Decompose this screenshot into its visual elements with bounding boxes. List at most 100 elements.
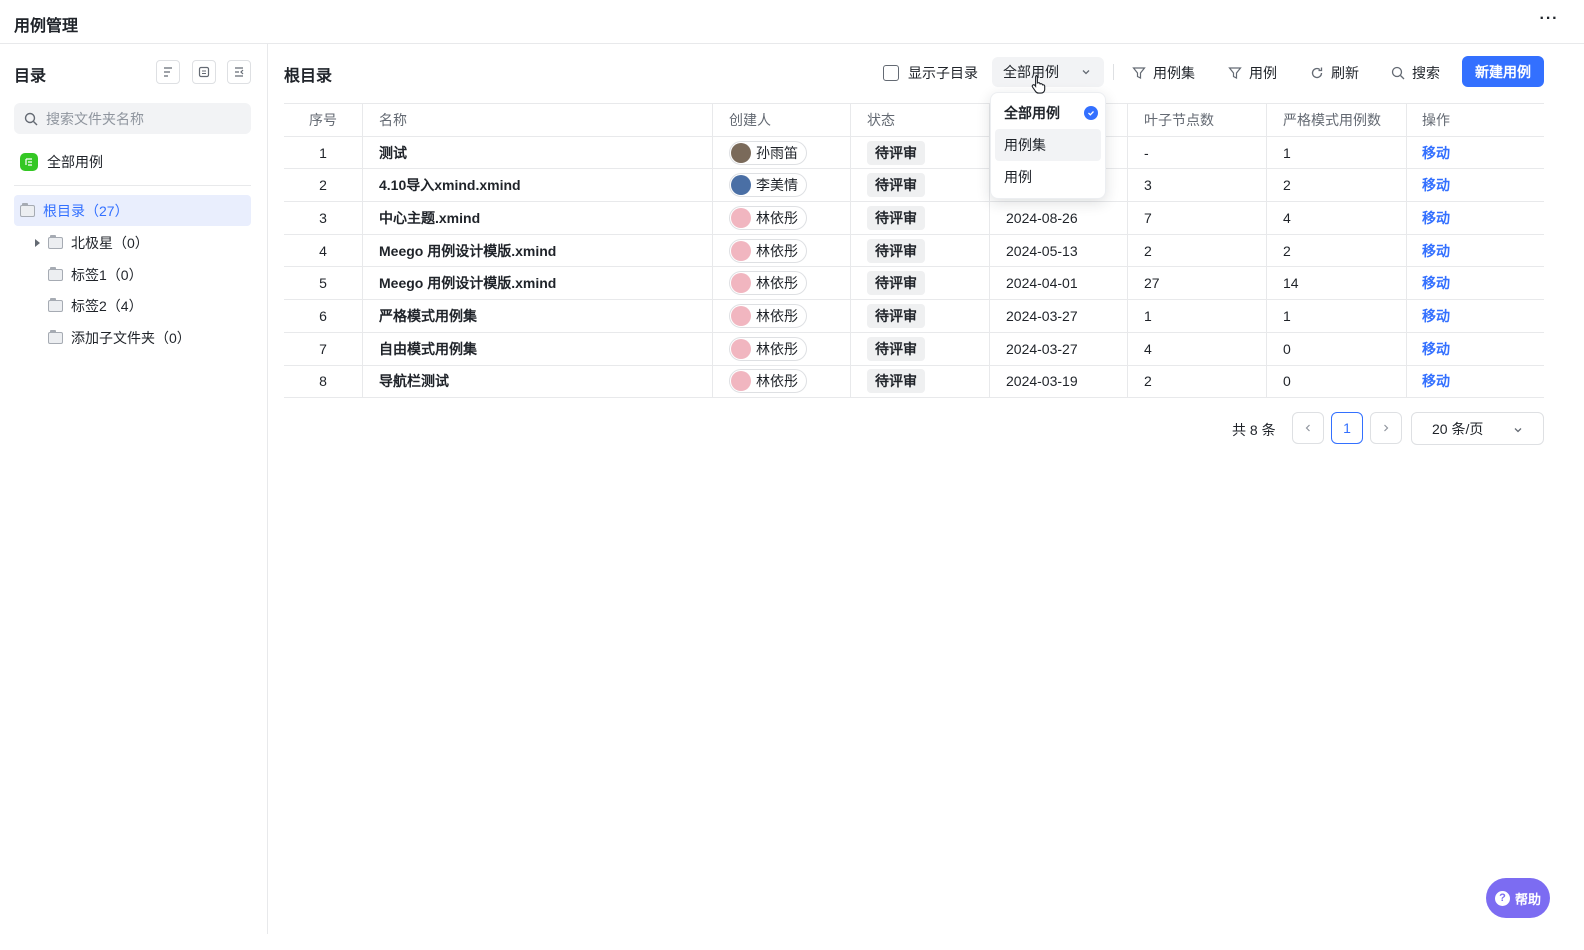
table-row[interactable]: 4 Meego 用例设计模版.xmind 林依彤 待评审 2024-05-13 … <box>284 234 1544 268</box>
move-link[interactable]: 移动 <box>1422 339 1450 359</box>
filter-icon <box>1132 67 1146 79</box>
cell-creator: 李美情 <box>713 169 851 202</box>
cell-status: 待评审 <box>851 365 990 398</box>
chevron-right-icon <box>1384 424 1389 432</box>
avatar <box>731 371 751 392</box>
avatar <box>731 207 751 228</box>
refresh-label: 刷新 <box>1331 65 1359 81</box>
table-row[interactable]: 8 导航栏测试 林依彤 待评审 2024-03-19 2 0 移动 <box>284 365 1544 399</box>
case-name-link[interactable]: Meego 用例设计模版.xmind <box>379 241 556 261</box>
cell-leaves: 2 <box>1128 234 1267 267</box>
move-link[interactable]: 移动 <box>1422 306 1450 326</box>
search-button[interactable]: 搜索 <box>1391 63 1440 83</box>
case-name-link[interactable]: 测试 <box>379 143 407 163</box>
cell-creator: 孙雨笛 <box>713 136 851 169</box>
move-link[interactable]: 移动 <box>1422 273 1450 293</box>
table-row[interactable]: 6 严格模式用例集 林依彤 待评审 2024-03-27 1 1 移动 <box>284 300 1544 333</box>
tree-item-root[interactable]: 根目录（27） <box>14 195 251 226</box>
case-name-link[interactable]: Meego 用例设计模版.xmind <box>379 273 556 293</box>
creator-name: 林依彤 <box>756 275 798 292</box>
case-name-link[interactable]: 中心主题.xmind <box>379 208 480 228</box>
tree-item-add-subfolder[interactable]: 添加子文件夹（0） <box>48 328 191 348</box>
case-name-link[interactable]: 4.10导入xmind.xmind <box>379 175 521 195</box>
page-1-button[interactable]: 1 <box>1331 412 1363 444</box>
sort-button[interactable] <box>156 60 180 84</box>
tree-item-tag1[interactable]: 标签1（0） <box>48 265 143 285</box>
new-case-button[interactable]: 新建用例 <box>1462 56 1544 87</box>
cell-strict: 2 <box>1267 234 1407 267</box>
cell-name[interactable]: 严格模式用例集 <box>363 300 713 332</box>
move-link[interactable]: 移动 <box>1422 241 1450 261</box>
creator-chip: 林依彤 <box>729 238 807 263</box>
tree-item-beijixing[interactable]: 北极星（0） <box>35 233 149 253</box>
cell-creator: 林依彤 <box>713 300 851 332</box>
cell-no: 3 <box>284 202 363 234</box>
cell-no: 1 <box>284 136 363 169</box>
cell-name[interactable]: 测试 <box>363 136 713 169</box>
chevron-down-icon <box>1082 70 1090 75</box>
move-link[interactable]: 移动 <box>1422 371 1450 391</box>
cell-leaves: 2 <box>1128 365 1267 398</box>
collapse-sidebar-button[interactable] <box>227 60 251 84</box>
table-row[interactable]: 3 中心主题.xmind 林依彤 待评审 2024-08-26 7 4 移动 <box>284 202 1544 235</box>
dropdown-option-case[interactable]: 用例 <box>995 161 1101 193</box>
expand-caret-icon[interactable] <box>35 239 40 247</box>
grid-view-button[interactable] <box>192 60 216 84</box>
checkbox-box[interactable] <box>883 65 899 81</box>
case-type-dropdown: 全部用例 用例集 用例 <box>990 92 1106 199</box>
tree-item-tag2[interactable]: 标签2（4） <box>48 296 143 316</box>
tree-item-label: 北极星（0） <box>71 235 149 251</box>
case-type-select[interactable]: 全部用例 <box>992 57 1104 87</box>
dropdown-option-all-cases[interactable]: 全部用例 <box>995 97 1101 129</box>
cell-name[interactable]: 4.10导入xmind.xmind <box>363 169 713 202</box>
cell-name[interactable]: 导航栏测试 <box>363 365 713 398</box>
folder-search[interactable] <box>14 103 251 134</box>
col-header-leaves: 叶子节点数 <box>1128 104 1267 136</box>
dropdown-option-label: 用例集 <box>1004 137 1046 153</box>
all-cases-item[interactable]: 全部用例 <box>20 152 103 172</box>
sidebar-divider <box>14 185 251 186</box>
sidebar: 目录 全部用例 根目录（27） 北极星（0） 标签1（0） 标签2（4） 添加 <box>0 44 268 934</box>
filter-case-set-button[interactable]: 用例集 <box>1132 63 1195 83</box>
help-icon: ? <box>1494 890 1510 906</box>
all-cases-icon <box>20 153 38 171</box>
page-size-select[interactable]: 20 条/页 <box>1411 412 1544 445</box>
case-name-link[interactable]: 导航栏测试 <box>379 371 449 391</box>
dropdown-option-case-set[interactable]: 用例集 <box>995 129 1101 161</box>
folder-icon <box>48 235 63 249</box>
cell-name[interactable]: 自由模式用例集 <box>363 332 713 365</box>
col-header-op: 操作 <box>1422 111 1450 128</box>
refresh-button[interactable]: 刷新 <box>1310 63 1359 83</box>
case-name-link[interactable]: 严格模式用例集 <box>379 306 477 326</box>
prev-page-button[interactable] <box>1292 412 1324 444</box>
table-row[interactable]: 7 自由模式用例集 林依彤 待评审 2024-03-27 4 0 移动 <box>284 332 1544 366</box>
filter-case-button[interactable]: 用例 <box>1228 63 1277 83</box>
sidebar-title: 目录 <box>14 68 47 85</box>
folder-search-input[interactable] <box>46 110 236 127</box>
move-link[interactable]: 移动 <box>1422 208 1450 228</box>
cell-name[interactable]: Meego 用例设计模版.xmind <box>363 234 713 267</box>
status-badge: 待评审 <box>867 140 925 165</box>
cell-no: 7 <box>284 332 363 365</box>
folder-icon <box>48 298 63 312</box>
cell-creator: 林依彤 <box>713 202 851 234</box>
move-link[interactable]: 移动 <box>1422 143 1450 163</box>
case-name-link[interactable]: 自由模式用例集 <box>379 339 477 359</box>
next-page-button[interactable] <box>1370 412 1402 444</box>
help-label: 帮助 <box>1514 891 1541 907</box>
move-link[interactable]: 移动 <box>1422 175 1450 195</box>
table-row[interactable]: 1 测试 孙雨笛 待评审 - 1 移动 <box>284 136 1544 170</box>
help-button[interactable]: ? 帮助 <box>1486 878 1550 918</box>
search-icon <box>24 112 38 125</box>
cell-name[interactable]: 中心主题.xmind <box>363 202 713 234</box>
table-row[interactable]: 5 Meego 用例设计模版.xmind 林依彤 待评审 2024-04-01 … <box>284 267 1544 301</box>
table-row[interactable]: 2 4.10导入xmind.xmind 李美情 待评审 3 2 移动 <box>284 169 1544 203</box>
cell-strict: 14 <box>1267 267 1407 300</box>
cell-no: 8 <box>284 365 363 398</box>
show-subdir-checkbox[interactable]: 显示子目录 <box>883 63 978 83</box>
cell-date: 2024-03-19 <box>990 365 1128 398</box>
app-title: 用例管理 <box>14 18 79 35</box>
cell-status: 待评审 <box>851 234 990 267</box>
cell-name[interactable]: Meego 用例设计模版.xmind <box>363 267 713 300</box>
more-button[interactable]: ··· <box>1536 9 1562 35</box>
